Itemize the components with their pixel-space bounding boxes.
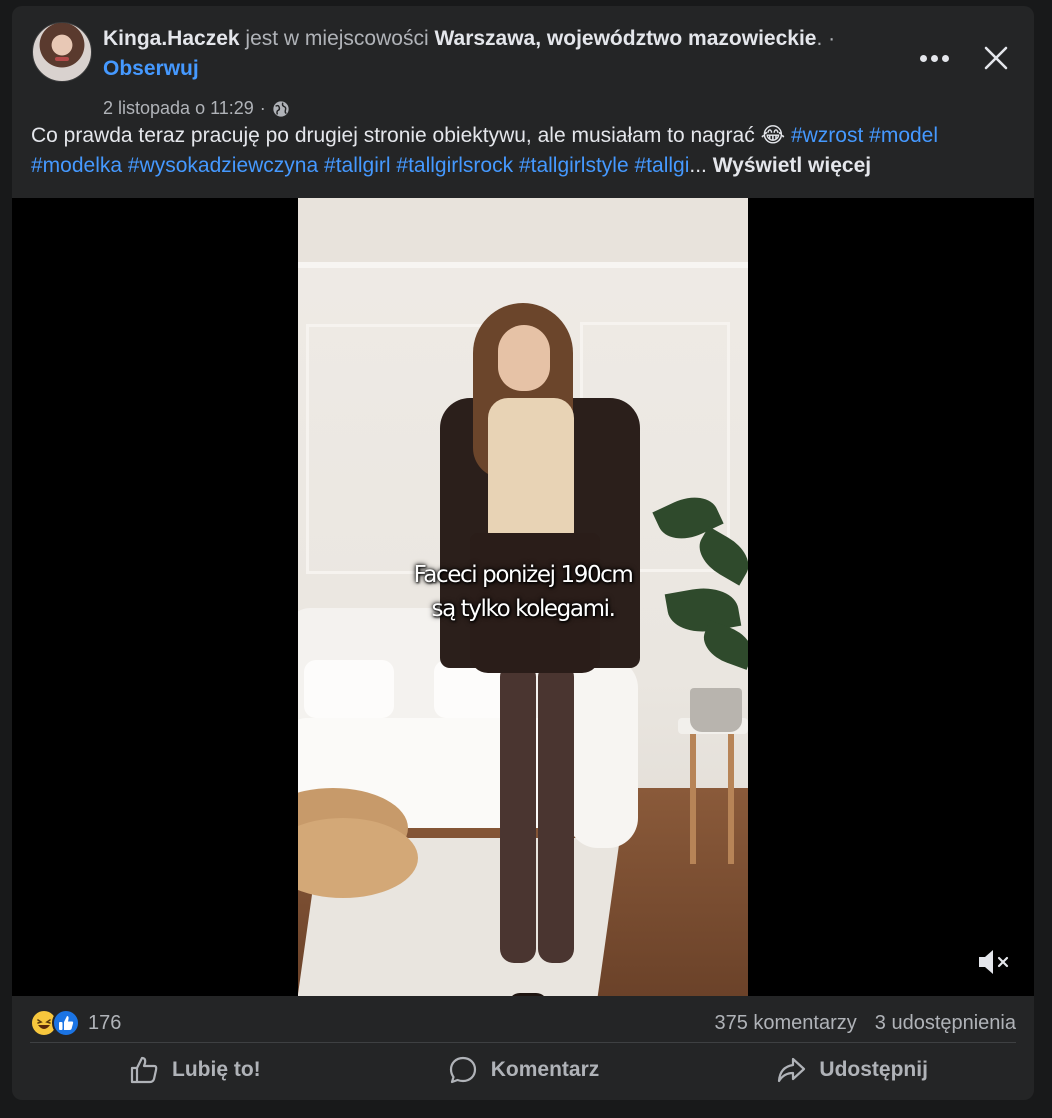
scene-sweater [488,398,574,538]
see-more-link[interactable]: Wyświetl więcej [713,154,871,177]
hashtag-link[interactable]: #tallgi [635,154,690,177]
close-icon [984,46,1008,70]
scene-face [498,325,550,391]
more-dot-icon [941,54,949,62]
video-frame[interactable]: Faceci poniżej 190cm są tylko kolegami. [298,198,748,996]
scene-leg [538,663,574,963]
thumbs-up-icon [130,1056,158,1084]
laughing-emoji-icon: 😂 [760,124,786,147]
like-icon [52,1009,80,1037]
post-stats: 176 375 komentarzy 3 udostępnienia [30,1006,1016,1040]
author-avatar[interactable] [32,22,92,82]
more-dot-icon [930,54,938,62]
comment-bubble-icon [449,1056,476,1084]
reaction-count: 176 [88,1011,122,1034]
location-link[interactable]: Warszawa, województwo mazowieckie [434,27,816,50]
speaker-muted-icon [979,950,1009,974]
scene-ceiling [298,198,748,268]
location-prefix: jest w miejscowości [245,27,429,50]
scene-pillow [304,660,394,718]
scene-person [428,303,648,996]
post-caption: Co prawda teraz pracuję po drugiej stron… [31,121,1014,181]
author-line: Kinga.Haczek jest w miejscowości Warszaw… [103,24,894,84]
shares-count[interactable]: 3 udostępnienia [875,1012,1016,1035]
subtitle-line: Faceci poniżej 190cm [413,562,634,588]
scene-leg [500,663,536,963]
stats-right: 375 komentarzy 3 udostępnienia [714,1012,1016,1035]
scene-stool-leg [690,734,696,864]
share-button[interactable]: Udostępnij [687,1046,1016,1094]
post-card: Kinga.Haczek jest w miejscowości Warszaw… [12,6,1034,1100]
share-arrow-icon [778,1057,806,1083]
hashtag-link[interactable]: #wzrost [791,124,863,147]
comment-label: Komentarz [490,1058,600,1081]
more-dot-icon [919,54,927,62]
post-meta: 2 listopada o 11:29 · [103,98,290,119]
close-button[interactable] [978,40,1014,76]
like-button[interactable]: Lubię to! [30,1046,359,1094]
comment-button[interactable]: Komentarz [359,1046,688,1094]
mute-button[interactable] [976,946,1012,978]
subtitle-line: są tylko kolegami. [431,596,615,622]
hashtag-link[interactable]: #model [869,124,938,147]
caption-ellipsis: ... [689,154,707,177]
hashtag-link[interactable]: #tallgirl [324,154,391,177]
caption-text: Co prawda teraz pracuję po drugiej stron… [31,124,755,147]
author-name[interactable]: Kinga.Haczek [103,27,240,50]
like-label: Lubię to! [172,1058,261,1081]
post-date[interactable]: 2 listopada o 11:29 [103,98,254,119]
meta-separator: · [259,98,266,118]
hashtag-link[interactable]: #modelka [31,154,122,177]
globe-icon [273,100,289,117]
actions-divider [30,1042,1016,1043]
share-label: Udostępnij [819,1058,928,1081]
post-actions: Lubię to! Komentarz Udostępnij [30,1046,1016,1094]
follow-button[interactable]: Obserwuj [103,57,199,80]
comments-count[interactable]: 375 komentarzy [714,1012,856,1035]
hashtag-link[interactable]: #tallgirlsrock [396,154,513,177]
scene-stool-leg [728,734,734,864]
scene-plant-pot [690,688,742,732]
header-actions [912,40,1014,76]
scene-shoe [508,993,548,996]
video-player[interactable]: Faceci poniżej 190cm są tylko kolegami. [12,198,1034,996]
hashtag-link[interactable]: #tallgirlstyle [519,154,629,177]
post-header: Kinga.Haczek jest w miejscowości Warszaw… [30,20,1014,120]
more-options-button[interactable] [912,40,956,76]
hashtag-link[interactable]: #wysokadziewczyna [128,154,318,177]
location-suffix: . · [816,27,836,50]
reactions-summary[interactable]: 176 [30,1009,121,1037]
video-subtitle: Faceci poniżej 190cm są tylko kolegami. [298,558,748,626]
